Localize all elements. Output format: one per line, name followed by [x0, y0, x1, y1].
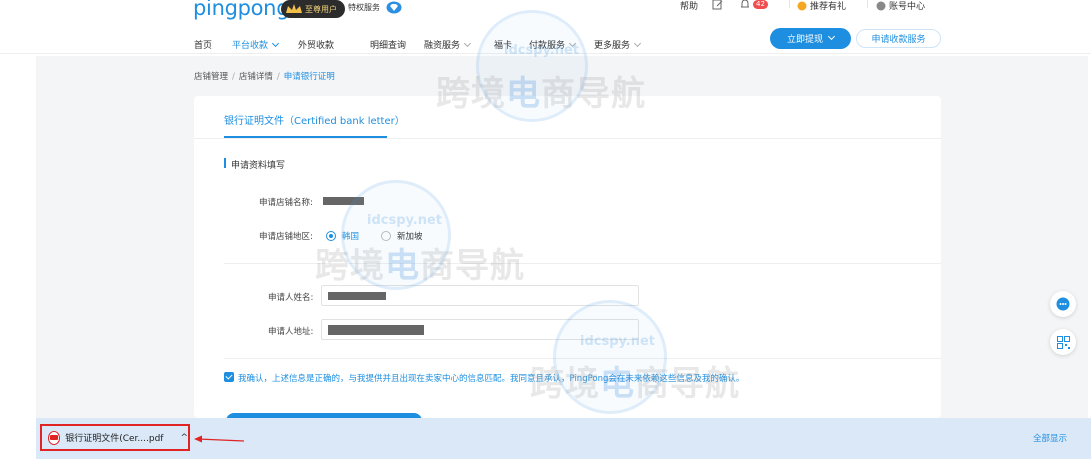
nav-item-detail-query[interactable]: 明细查询: [370, 38, 406, 51]
region-radio-singapore[interactable]: [381, 231, 391, 241]
apply-service-button[interactable]: 申请收款服务: [856, 29, 941, 48]
divider: |: [788, 0, 792, 9]
nav-item-trade-collection[interactable]: 外贸收款: [298, 38, 334, 51]
apply-service-label: 申请收款服务: [871, 35, 926, 45]
qrcode-icon: [1056, 335, 1070, 349]
pdf-icon: [48, 430, 61, 445]
applicant-address-redacted: [328, 325, 424, 335]
diamond-icon[interactable]: [386, 1, 402, 14]
chat-icon: [1056, 297, 1070, 311]
nav-label: 首页: [194, 41, 213, 51]
withdraw-label: 立即提现: [786, 35, 823, 45]
chevron-down-icon: [271, 39, 280, 48]
qrcode-button[interactable]: [1050, 329, 1076, 355]
store-name-label: 申请店铺名称:: [259, 198, 313, 208]
nav-item-home[interactable]: 首页: [194, 38, 212, 51]
referral-link[interactable]: 推荐有礼: [797, 0, 846, 12]
bell-icon: [741, 0, 749, 8]
chevron-down-icon: [463, 39, 472, 48]
pingpong-logo[interactable]: pingpong: [193, 0, 290, 20]
breadcrumb-item[interactable]: 店铺详情: [239, 72, 273, 82]
application-card: [194, 96, 941, 418]
confirm-checkbox[interactable]: [224, 372, 234, 382]
vip-label: 至尊用户: [305, 4, 337, 14]
nav-label: 付款服务: [529, 41, 566, 51]
vip-badge[interactable]: 至尊用户: [281, 0, 345, 18]
user-icon: [876, 1, 886, 10]
notification-bell[interactable]: 42: [740, 0, 768, 10]
breadcrumb-item[interactable]: 店铺管理: [194, 72, 228, 82]
download-item[interactable]: 银行证明文件(Cer....pdf ^: [40, 424, 190, 451]
chevron-down-icon: [827, 32, 836, 41]
nav-label: 明细查询: [370, 41, 407, 51]
applicant-address-input[interactable]: [321, 319, 639, 340]
nav-label: 平台收款: [232, 41, 269, 51]
top-bar: pingpong 至尊用户 特权服务 帮助 42 | 推荐有礼 | 账号中心: [0, 0, 1091, 22]
chevron-up-icon[interactable]: ^: [180, 433, 188, 443]
nav-label: 融资服务: [424, 41, 461, 51]
gift-icon: [797, 1, 807, 10]
account-center-link[interactable]: 账号中心: [876, 0, 925, 12]
help-label: 帮助: [680, 2, 699, 12]
crown-icon: [286, 4, 302, 13]
chevron-down-icon: [568, 39, 577, 48]
nav-item-fuka[interactable]: 福卡: [494, 38, 512, 51]
divider: [224, 263, 941, 264]
nav-item-finance[interactable]: 融资服务: [424, 38, 472, 51]
nav-item-more[interactable]: 更多服务: [594, 38, 642, 51]
confirm-statement: 我确认，上述信息是正确的，与我提供并且出现在卖家中心的信息匹配。我同意且承认，P…: [238, 374, 745, 384]
edit-icon[interactable]: [712, 0, 724, 10]
region-radio-korea[interactable]: [326, 231, 336, 241]
nav-label: 更多服务: [594, 41, 631, 51]
region-option-korea[interactable]: 韩国: [342, 230, 359, 242]
breadcrumb: 店铺管理 / 店铺详情 / 申请银行证明: [194, 72, 335, 82]
privilege-label[interactable]: 特权服务: [348, 2, 380, 13]
divider: [224, 358, 941, 359]
referral-label: 推荐有礼: [810, 2, 847, 12]
tab-bank-letter[interactable]: 银行证明文件（Certified bank letter）: [224, 112, 405, 127]
region-option-singapore[interactable]: 新加坡: [397, 230, 423, 242]
download-file-name: 银行证明文件(Cer....pdf: [65, 434, 164, 444]
notification-badge: 42: [753, 0, 768, 9]
help-link[interactable]: 帮助: [680, 0, 698, 12]
applicant-name-redacted: [328, 292, 386, 300]
nav-label: 福卡: [494, 41, 513, 51]
chevron-down-icon: [633, 39, 642, 48]
breadcrumb-current: 申请银行证明: [283, 72, 335, 82]
arrow-annotation-icon: [194, 435, 245, 443]
nav-item-payment[interactable]: 付款服务: [529, 38, 577, 51]
show-all-link[interactable]: 全部显示: [1033, 432, 1067, 444]
withdraw-button[interactable]: 立即提现: [770, 28, 851, 49]
store-region-label: 申请店铺地区:: [259, 232, 313, 242]
divider: [194, 138, 941, 139]
section-marker: [224, 158, 226, 168]
applicant-address-label: 申请人地址:: [268, 327, 314, 337]
divider: |: [866, 0, 870, 9]
nav-label: 外贸收款: [298, 41, 335, 51]
account-center-label: 账号中心: [889, 2, 926, 12]
applicant-name-label: 申请人姓名:: [268, 293, 314, 303]
store-name-value-redacted: [323, 197, 364, 205]
applicant-name-input[interactable]: [321, 285, 639, 306]
nav-item-platform-collection[interactable]: 平台收款: [232, 38, 280, 51]
section-title: 申请资料填写: [231, 161, 286, 171]
chat-button[interactable]: [1050, 291, 1076, 317]
